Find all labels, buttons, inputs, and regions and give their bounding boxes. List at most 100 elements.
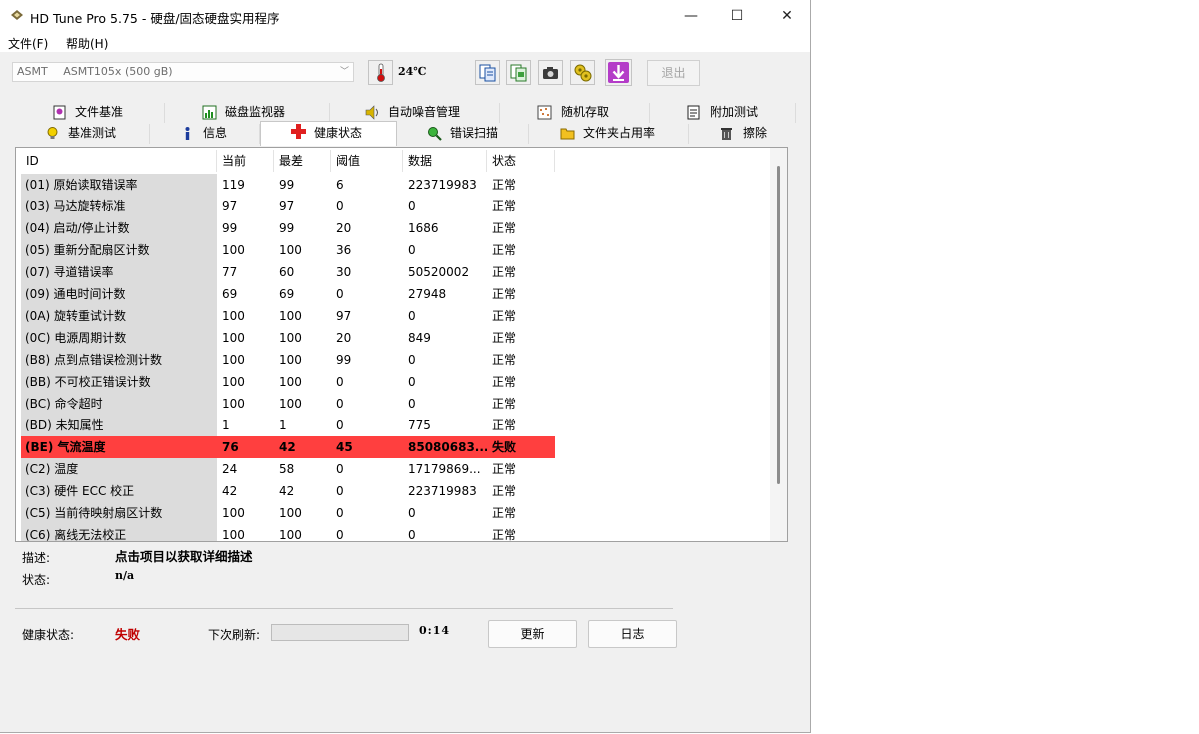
cell-threshold: 36 [336, 243, 352, 258]
screenshot-button[interactable] [538, 60, 563, 85]
next-refresh-label: 下次刷新: [208, 628, 261, 642]
minimize-button[interactable]: — [668, 0, 714, 32]
cell-status: 正常 [492, 177, 517, 192]
tab-health[interactable]: 健康状态 [260, 121, 397, 146]
file-benchmark-icon [53, 105, 66, 120]
table-row[interactable]: (B8) 点到点错误检测计数 100 100 99 0 正常 [21, 348, 555, 371]
copy-text-button[interactable] [475, 60, 500, 85]
table-row[interactable]: (0A) 旋转重试计数 100 100 97 0 正常 [21, 304, 555, 327]
table-row[interactable]: (09) 通电时间计数 69 69 0 27948 正常 [21, 283, 555, 305]
speaker-icon [365, 105, 378, 120]
tab-noise-management[interactable]: 自动噪音管理 [330, 103, 500, 123]
lightbulb-icon [47, 127, 58, 139]
copy-screen-icon [510, 64, 527, 82]
cell-current: 100 [222, 506, 245, 520]
cell-id: (C6) 离线无法校正 [21, 523, 217, 541]
cell-status: 正常 [492, 484, 517, 499]
column-header-threshold[interactable]: 阈值 [331, 150, 403, 172]
table-row[interactable]: (BC) 命令超时 100 100 0 0 正常 [21, 392, 555, 415]
cell-threshold: 99 [336, 352, 352, 367]
cell-current: 100 [222, 527, 245, 542]
maximize-button[interactable]: ☐ [714, 0, 760, 32]
smart-table[interactable]: ID 当前 最差 阈值 数据 状态 (01) 原始读取错误率 119 99 6 2237… [15, 147, 788, 542]
cell-current: 100 [222, 308, 245, 323]
cell-id: (05) 重新分配扇区计数 [21, 239, 217, 262]
copy-screen-button[interactable] [506, 60, 531, 85]
tab-label: 自动噪音管理 [388, 105, 461, 119]
tab-info[interactable]: 信息 [150, 124, 260, 144]
tab-benchmark[interactable]: 基准测试 [15, 124, 150, 144]
cell-id: (03) 马达旋转标准 [21, 195, 217, 218]
cell-threshold: 30 [336, 265, 352, 280]
tab-disk-monitor[interactable]: 磁盘监视器 [165, 103, 330, 123]
cell-data: 27948 [408, 287, 447, 301]
save-button[interactable] [605, 59, 632, 86]
table-row[interactable]: (01) 原始读取错误率 119 99 6 223719983 正常 [21, 173, 555, 196]
tab-label: 文件夹占用率 [583, 126, 656, 140]
tab-label: 健康状态 [314, 126, 363, 140]
table-row[interactable]: (0C) 电源周期计数 100 100 20 849 正常 [21, 326, 555, 349]
table-row[interactable]: (BE) 气流温度 76 42 45 85080683... 失败 [21, 436, 555, 459]
table-header: ID 当前 最差 阈值 数据 状态 [21, 150, 555, 172]
column-header-id[interactable]: ID [21, 150, 217, 172]
cell-current: 100 [222, 374, 245, 389]
cell-status: 正常 [492, 287, 517, 301]
cell-current: 100 [222, 396, 245, 411]
magnifier-icon [428, 127, 442, 141]
separator [15, 608, 673, 609]
disk-monitor-icon [202, 105, 217, 120]
table-row[interactable]: (C6) 离线无法校正 100 100 0 0 正常 [21, 523, 555, 542]
title-bar: HD Tune Pro 5.75 - 硬盘/固态硬盘实用程序 — ☐ ✕ [0, 0, 810, 32]
cell-status: 正常 [492, 265, 517, 280]
table-row[interactable]: (BB) 不可校正错误计数 100 100 0 0 正常 [21, 370, 555, 393]
close-button[interactable]: ✕ [764, 0, 810, 32]
vertical-scrollbar[interactable] [770, 148, 787, 541]
cell-worst: 58 [279, 462, 295, 477]
table-row[interactable]: (05) 重新分配扇区计数 100 100 36 0 正常 [21, 239, 555, 262]
tab-extra-tests[interactable]: 附加测试 [650, 103, 796, 123]
cell-current: 69 [222, 287, 238, 301]
table-row[interactable]: (07) 寻道错误率 77 60 30 50520002 正常 [21, 261, 555, 284]
table-row[interactable]: (04) 启动/停止计数 99 99 20 1686 正常 [21, 217, 555, 240]
cell-id: (04) 启动/停止计数 [21, 217, 217, 240]
column-header-worst[interactable]: 最差 [274, 150, 331, 172]
cell-status: 正常 [492, 221, 517, 236]
table-row[interactable]: (C3) 硬件 ECC 校正 42 42 0 223719983 正常 [21, 480, 555, 503]
table-row[interactable]: (C5) 当前待映射扇区计数 100 100 0 0 正常 [21, 502, 555, 524]
cell-threshold: 0 [336, 287, 344, 301]
cell-id: (C2) 温度 [21, 458, 217, 481]
tab-error-scan[interactable]: 错误扫描 [397, 124, 529, 144]
update-button[interactable]: 更新 [488, 620, 577, 648]
cell-current: 100 [222, 330, 245, 345]
health-status-label: 健康状态: [22, 628, 75, 642]
options-button[interactable] [570, 60, 595, 85]
tab-file-benchmark[interactable]: 文件基准 [15, 103, 165, 123]
menu-help[interactable]: 帮助(H) [66, 35, 108, 52]
cell-worst: 97 [279, 199, 295, 214]
menu-file[interactable]: 文件(F) [8, 35, 48, 52]
camera-icon [543, 67, 558, 79]
table-row[interactable]: (C2) 温度 24 58 0 17179869... 正常 [21, 458, 555, 481]
exit-button[interactable]: 退出 [647, 60, 700, 86]
status-label: 状态: [22, 573, 51, 587]
column-header-status[interactable]: 状态 [487, 150, 555, 172]
table-row[interactable]: (BD) 未知属性 1 1 0 775 正常 [21, 414, 555, 437]
cell-id: (09) 通电时间计数 [21, 283, 217, 305]
tab-label: 基准测试 [68, 126, 117, 140]
window-title: HD Tune Pro 5.75 - 硬盘/固态硬盘实用程序 [30, 11, 280, 26]
drive-select[interactable]: ASMT ASMT105x (500 gB) ﹀ [12, 62, 354, 82]
tab-erase[interactable]: 擦除 [689, 124, 796, 144]
thermometer-icon [377, 63, 385, 82]
log-button[interactable]: 日志 [588, 620, 677, 648]
temperature-button[interactable] [368, 60, 393, 85]
column-header-current[interactable]: 当前 [217, 150, 274, 172]
cell-threshold: 6 [336, 177, 344, 192]
cell-status: 正常 [492, 418, 517, 433]
cell-worst: 100 [279, 330, 302, 345]
table-row[interactable]: (03) 马达旋转标准 97 97 0 0 正常 [21, 195, 555, 218]
scrollbar-thumb[interactable] [777, 166, 780, 484]
tab-random-access[interactable]: 随机存取 [500, 103, 650, 123]
column-header-data[interactable]: 数据 [403, 150, 487, 172]
cell-worst: 69 [279, 287, 295, 301]
tab-folder-usage[interactable]: 文件夹占用率 [529, 124, 689, 144]
